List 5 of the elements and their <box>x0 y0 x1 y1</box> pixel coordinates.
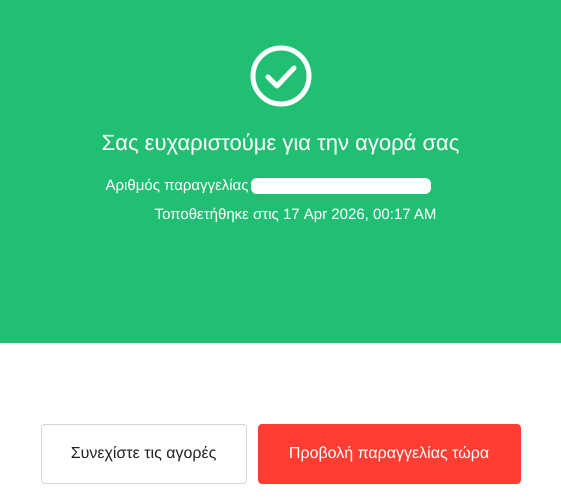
continue-shopping-button[interactable]: Συνεχίστε τις αγορές <box>40 424 246 484</box>
placed-date: Τοποθετήθηκε στις 17 Apr 2026, 00:17 AM <box>154 204 436 224</box>
view-order-button[interactable]: Προβολή παραγγελίας τώρα <box>258 424 520 484</box>
thank-you-title: Σας ευχαριστούμε για την αγορά σας <box>100 129 460 157</box>
order-number-label: Αριθμός παραγγελίας <box>106 176 249 196</box>
